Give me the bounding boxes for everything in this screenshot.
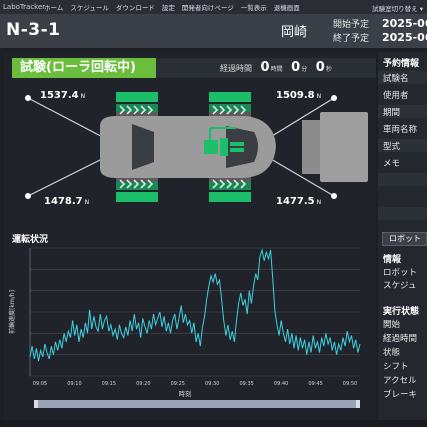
- info-heading: 情報: [383, 255, 402, 265]
- x-tick-label: 09:15: [102, 381, 116, 387]
- exec-row: 経過時間: [383, 334, 418, 344]
- status-bar: 試験(ローラ回転中) 経過時間 0時間 0分 0秒: [12, 58, 376, 78]
- info-row: スケジュ: [383, 281, 417, 291]
- nav-developer[interactable]: 開発者向けページ: [182, 2, 234, 12]
- range-handle-right[interactable]: [356, 400, 360, 408]
- x-tick-label: 09:50: [343, 381, 357, 387]
- end-value: 2025-06: [382, 31, 427, 44]
- room-switch-dropdown[interactable]: 試験室切り替え ▾: [372, 3, 423, 13]
- info-row: ロボット: [383, 268, 418, 278]
- exec-row: アクセル: [383, 376, 417, 386]
- force-front-right: 1509.8 N: [276, 90, 322, 101]
- hours-unit: 時間: [270, 66, 283, 73]
- vehicle-diagram: [25, 92, 368, 202]
- start-value: 2025-06: [382, 17, 427, 30]
- x-tick-label: 09:20: [136, 381, 150, 387]
- x-tick-label: 09:05: [33, 381, 47, 387]
- elapsed-seconds: 0: [315, 60, 325, 75]
- page-header: N-3-1 岡崎 開始予定 終了予定 2025-06 2025-06: [0, 14, 427, 48]
- tab-robot[interactable]: ロボット: [382, 232, 427, 246]
- speed-chart: 前輪速度[km/h] 09:05 09:10 09:15 09:20 09:25 09:30…: [8, 247, 361, 408]
- series-line: [29, 248, 361, 362]
- reservation-row: 型式: [383, 142, 401, 152]
- x-tick-label: 09:45: [308, 381, 322, 387]
- reservation-row: 使用者: [383, 91, 409, 101]
- nav-settings[interactable]: 設定: [162, 2, 175, 12]
- bottom-strip: [0, 420, 427, 427]
- location-name: 岡崎: [281, 25, 308, 40]
- time-range-scrollbar[interactable]: [34, 400, 360, 408]
- exec-row: 状態: [383, 348, 401, 358]
- y-axis-label: 前輪速度[km/h]: [8, 290, 16, 334]
- minutes-unit: 分: [301, 66, 308, 73]
- nav-schedule[interactable]: スケジュール: [70, 2, 109, 12]
- x-tick-label: 09:10: [67, 381, 81, 387]
- main-panel: 試験(ローラ回転中) 経過時間 0時間 0分 0秒 1537.4 N 1509.…: [4, 52, 376, 420]
- elapsed-time: 経過時間 0時間 0分 0秒: [220, 60, 332, 75]
- x-tick-label: 09:40: [274, 381, 288, 387]
- start-label: 開始予定: [333, 20, 370, 30]
- force-front-left: 1537.4 N: [40, 90, 86, 101]
- exec-row: シフト: [383, 362, 409, 372]
- top-nav: LaboTracker ホーム スケジュール ダウンロード 設定 開発者向けペー…: [0, 0, 427, 14]
- reservation-row: 車両名称: [383, 125, 418, 135]
- nav-download[interactable]: ダウンロード: [116, 2, 155, 12]
- exec-row: 開始: [383, 320, 401, 330]
- right-panel: 予約情報 試験名 使用者 期間 車両名称 型式 メモ ロボット 情報 ロボット …: [378, 52, 427, 427]
- nav-list-view[interactable]: 一覧表示: [241, 2, 267, 12]
- app-logo: LaboTracker: [3, 3, 46, 11]
- car-icon: [100, 112, 276, 182]
- nav-exit-screen[interactable]: 退機画面: [274, 2, 300, 12]
- x-tick-label: 09:30: [205, 381, 219, 387]
- nav-home[interactable]: ホーム: [44, 2, 63, 12]
- room-code: N-3-1: [6, 20, 61, 40]
- x-tick-label: 09:25: [171, 381, 185, 387]
- exec-heading: 実行状態: [383, 307, 420, 317]
- reservation-heading: 予約情報: [383, 59, 420, 69]
- x-tick-label: 09:35: [239, 381, 253, 387]
- reservation-row: メモ: [383, 159, 401, 169]
- reservation-row: 期間: [383, 108, 401, 118]
- elapsed-minutes: 0: [291, 60, 301, 75]
- range-handle-left[interactable]: [34, 400, 38, 408]
- seconds-unit: 秒: [325, 66, 332, 73]
- reservation-row: 試験名: [383, 74, 409, 84]
- status-badge: 試験(ローラ回転中): [12, 58, 156, 78]
- force-rear-right: 1477.5 N: [276, 196, 322, 207]
- x-axis-label: 時刻: [179, 389, 192, 398]
- dynamometer-icon: [302, 112, 368, 182]
- force-rear-left: 1478.7 N: [44, 196, 90, 207]
- end-label: 終了予定: [333, 34, 370, 44]
- elapsed-hours: 0: [260, 60, 270, 75]
- elapsed-label: 経過時間: [220, 64, 252, 73]
- exec-row: ブレーキ: [383, 390, 418, 400]
